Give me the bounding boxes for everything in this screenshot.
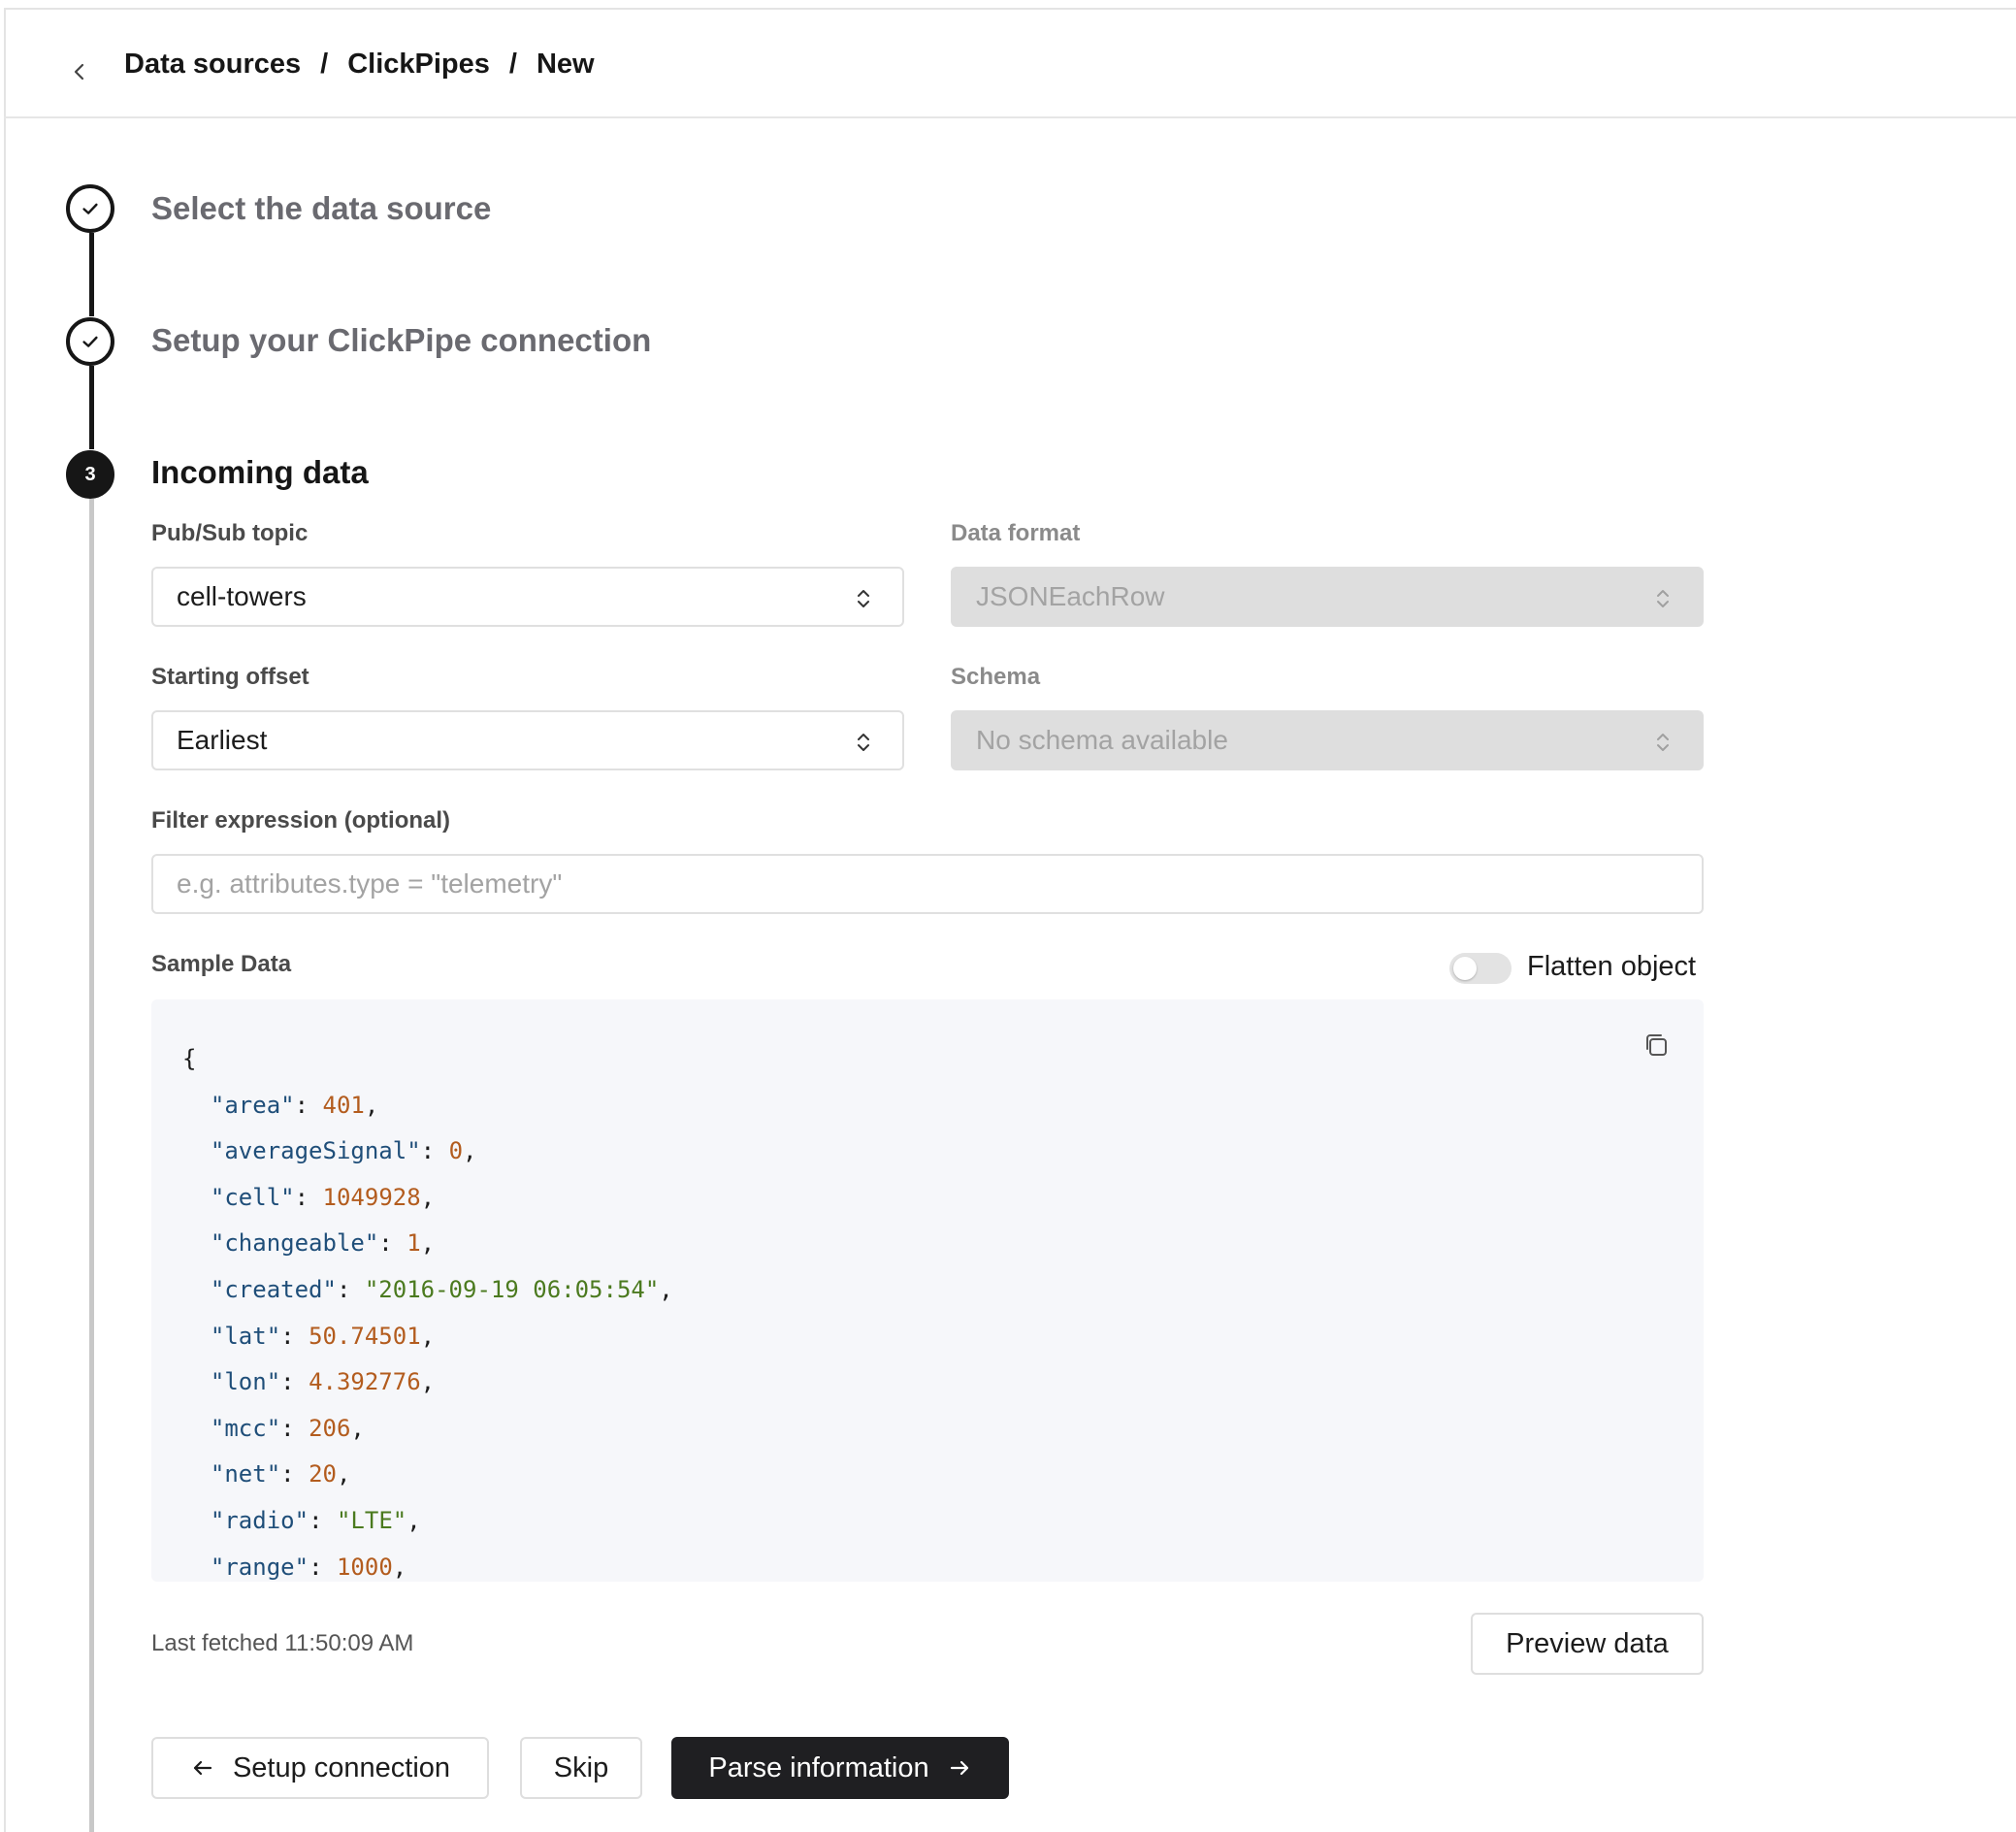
filter-input[interactable] — [151, 854, 1704, 914]
schema-select-value: No schema available — [976, 725, 1228, 755]
breadcrumb-data-sources[interactable]: Data sources — [124, 49, 301, 81]
chevron-up-down-icon — [1657, 734, 1669, 751]
code-brace: { — [182, 1045, 197, 1072]
step-connector-pending — [89, 499, 94, 1832]
page-header: Data sources / ClickPipes / New — [4, 10, 2016, 118]
code-value: 0 — [448, 1137, 464, 1165]
arrow-left-icon — [193, 1760, 212, 1776]
topic-label: Pub/Sub topic — [151, 520, 309, 546]
code-key: "cell" — [210, 1183, 295, 1211]
check-icon — [82, 336, 98, 347]
code-key: "range" — [210, 1553, 309, 1581]
format-select: JSONEachRow — [951, 567, 1704, 627]
code-value: 1000 — [336, 1553, 393, 1581]
chevron-up-down-icon — [858, 734, 869, 751]
code-line: "cell": 1049928, — [210, 1183, 436, 1211]
format-label: Data format — [951, 520, 1081, 546]
code-value: 4.392776 — [309, 1368, 421, 1396]
code-key: "radio" — [210, 1506, 309, 1534]
code-value: 1 — [406, 1229, 421, 1258]
code-key: "mcc" — [210, 1414, 281, 1442]
breadcrumb-separator: / — [508, 49, 517, 80]
arrow-right-icon — [950, 1760, 968, 1776]
copy-icon[interactable] — [1642, 1030, 1671, 1060]
step-1-title[interactable]: Select the data source — [151, 190, 491, 227]
code-key: "lon" — [210, 1368, 281, 1396]
step-2-title[interactable]: Setup your ClickPipe connection — [151, 322, 651, 359]
code-key: "averageSignal" — [210, 1137, 421, 1165]
topic-select-value: cell-towers — [177, 581, 307, 611]
chevron-left-icon[interactable] — [68, 60, 91, 83]
preview-data-button[interactable]: Preview data — [1471, 1613, 1704, 1675]
code-line: "changeable": 1, — [210, 1229, 436, 1258]
preview-data-label: Preview data — [1506, 1627, 1669, 1659]
code-line: "range": 1000, — [210, 1553, 407, 1581]
code-value: "LTE" — [336, 1506, 407, 1534]
parse-information-label: Parse information — [708, 1751, 929, 1783]
flatten-label: Flatten object — [1527, 951, 1697, 982]
breadcrumb-clickpipes[interactable]: ClickPipes — [347, 49, 490, 81]
code-value: 206 — [309, 1414, 351, 1442]
chevron-up-down-icon — [858, 590, 869, 607]
setup-connection-label: Setup connection — [232, 1751, 451, 1783]
offset-select-value: Earliest — [177, 725, 268, 755]
code-value: 1049928 — [322, 1183, 421, 1211]
schema-label: Schema — [951, 664, 1041, 690]
code-value: 20 — [309, 1460, 337, 1488]
setup-connection-button[interactable]: Setup connection — [151, 1737, 489, 1799]
breadcrumb-separator: / — [320, 49, 329, 80]
code-line: "mcc": 206, — [210, 1414, 365, 1442]
filter-label: Filter expression (optional) — [151, 807, 451, 834]
step-connector — [89, 366, 94, 449]
format-select-value: JSONEachRow — [976, 581, 1165, 611]
step-1-indicator — [66, 184, 114, 233]
code-line: "lat": 50.74501, — [210, 1322, 436, 1350]
code-key: "created" — [210, 1275, 337, 1303]
last-fetched: Last fetched 11:50:09 AM — [151, 1630, 414, 1656]
step-3-title: Incoming data — [151, 454, 369, 490]
code-line: "created": "2016-09-19 06:05:54", — [210, 1275, 673, 1303]
breadcrumb-current: New — [536, 49, 595, 80]
code-line: "radio": "LTE", — [210, 1506, 421, 1534]
step-3-indicator: 3 — [66, 450, 114, 499]
code-value: "2016-09-19 06:05:54" — [364, 1275, 660, 1303]
code-key: "net" — [210, 1460, 281, 1488]
sample-data-code: { "area": 401, "averageSignal": 0, "cell… — [151, 999, 1704, 1582]
check-icon — [82, 203, 98, 214]
offset-select[interactable]: Earliest — [151, 710, 904, 770]
code-line: "averageSignal": 0, — [210, 1137, 477, 1165]
code-line: "lon": 4.392776, — [210, 1368, 436, 1396]
chevron-up-down-icon — [1657, 590, 1669, 607]
step-2-indicator — [66, 317, 114, 366]
topic-select[interactable]: cell-towers — [151, 567, 904, 627]
parse-information-button[interactable]: Parse information — [671, 1737, 1009, 1799]
json-code: { "area": 401, "averageSignal": 0, "cell… — [182, 1036, 673, 1582]
step-connector — [89, 233, 94, 316]
offset-label: Starting offset — [151, 664, 309, 690]
skip-label: Skip — [553, 1751, 609, 1783]
code-line: "net": 20, — [210, 1460, 351, 1488]
schema-select: No schema available — [951, 710, 1704, 770]
code-value: 50.74501 — [309, 1322, 421, 1350]
breadcrumb: Data sources / ClickPipes / New — [124, 49, 595, 81]
code-value: 401 — [322, 1091, 365, 1119]
flatten-toggle[interactable] — [1449, 953, 1512, 984]
code-key: "area" — [210, 1091, 295, 1119]
code-line: "area": 401, — [210, 1091, 379, 1119]
sample-data-label: Sample Data — [151, 951, 292, 977]
skip-button[interactable]: Skip — [520, 1737, 642, 1799]
toggle-knob — [1453, 957, 1477, 980]
code-key: "changeable" — [210, 1229, 379, 1258]
code-key: "lat" — [210, 1322, 281, 1350]
